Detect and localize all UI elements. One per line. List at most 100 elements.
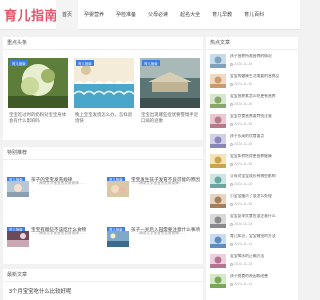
recommend-snippet[interactable]: ……摘录文字宝宝的发育规律…… [107, 181, 199, 197]
feature-item[interactable]: 育儿指南 晚上宝宝发烧怎么办，怎样退烧快 [74, 58, 134, 124]
hot-article-image[interactable] [210, 194, 226, 208]
hot-article-date: 2024-11-14 [230, 242, 252, 246]
feature-tag: 育儿指南 [142, 60, 160, 66]
hot-article-date: 2024-11-14 [230, 282, 252, 286]
hot-article-date-text: 2024-11-15 [234, 162, 253, 166]
hot-article-image[interactable] [210, 94, 226, 108]
clock-icon [230, 262, 233, 266]
hot-article-item[interactable]: 小宝宝腹泻了该怎么处理 2024-11-15 [210, 194, 296, 212]
nav-item-checkup[interactable]: 孕检准备 [110, 0, 142, 30]
hot-article-image[interactable] [210, 274, 226, 288]
nav-item-nutrition[interactable]: 孕婴营养 [78, 0, 110, 30]
hot-article-title[interactable]: 宝宝饮食营养要特别注意 [230, 114, 296, 119]
recommend-snippet[interactable]: ……摘录文字宝宝的发育规律…… [107, 231, 199, 247]
hot-article-date-text: 2024-11-15 [234, 202, 253, 206]
clock-icon [230, 102, 233, 106]
recommend-snippet[interactable]: ……摘录文字宝宝的发育规律…… [7, 181, 99, 197]
hot-article-item[interactable]: 育儿知识，宝宝睡觉的方法 2024-11-14 [210, 234, 296, 252]
hot-article-item[interactable]: 宝宝饮食营养要特别注意 2024-11-15 [210, 114, 296, 132]
hot-article-image[interactable] [210, 174, 226, 188]
main-nav: 首页 孕婴营养 孕检准备 父母必读 起名大全 育儿早教 育儿百科 [56, 0, 270, 30]
hot-article-date: 2024-11-15 [230, 202, 252, 206]
site-header: 育儿指南 首页 孕婴营养 孕检准备 父母必读 起名大全 育儿早教 育儿百科 [0, 0, 300, 30]
hot-article-date-text: 2024-11-16 [234, 62, 253, 66]
hot-article-item[interactable]: 宝宝的健康生活需要的营养品 2024-11-16 [210, 74, 296, 92]
hot-article-image[interactable] [210, 214, 226, 228]
hot-article-image[interactable] [210, 134, 226, 148]
hot-article-date: 2024-11-15 [230, 162, 252, 166]
hot-article-title[interactable]: 父母对宝宝成长有哪些影响 [230, 174, 296, 179]
feature-image[interactable]: 育儿指南 [8, 58, 68, 108]
hot-article-image[interactable] [210, 74, 226, 88]
hot-article-title[interactable]: 小宝宝腹泻了该怎么处理 [230, 194, 296, 199]
hot-article-date-text: 2024-11-15 [234, 182, 253, 186]
feature-item[interactable]: 育儿指南 宝宝吃过时的奶粉对宝宝身体会有什么影响吗 [8, 58, 68, 124]
hot-article-title[interactable]: 孩子长高的饮食要点 [230, 134, 296, 139]
clock-icon [230, 222, 233, 226]
hot-article-date: 2024-11-16 [230, 62, 252, 66]
hot-article-title[interactable]: 宝宝的健康生活需要的营养品 [230, 74, 296, 79]
hot-article-item[interactable]: 父母对宝宝成长有哪些影响 2024-11-15 [210, 174, 296, 192]
feature-image[interactable]: 育儿指南 [74, 58, 134, 108]
hot-article-date: 2024-11-15 [230, 142, 252, 146]
clock-icon [230, 122, 233, 126]
hot-article-item[interactable]: 宝宝如何吃得更营养健康 2024-11-15 [210, 154, 296, 172]
clock-icon [230, 82, 233, 86]
clock-icon [230, 162, 233, 166]
feature-image[interactable]: 育儿指南 [140, 58, 200, 108]
feature-item[interactable]: 育儿指南 宝宝出现哪些症状要警惕手足口病的迹象 [140, 58, 200, 124]
hot-article-date: 2024-11-15 [230, 182, 252, 186]
nav-item-early-education[interactable]: 育儿早教 [206, 0, 238, 30]
hot-article-image[interactable] [210, 154, 226, 168]
headline-section: 重点头条 育儿指南 宝宝吃过时的奶粉对宝宝身体会有什么影响吗 育儿指南 晚上宝宝… [3, 37, 203, 140]
latest-item[interactable]: 3个月宝宝吃什么比较好呢 [9, 287, 71, 295]
hot-article-title[interactable]: 孩子挑食的原因和改善 [230, 274, 296, 279]
hot-article-date-text: 2024-11-16 [234, 102, 253, 106]
hot-article-item[interactable]: 宝宝喝水的正确方法 2024-11-14 [210, 254, 296, 272]
hot-article-date: 2024-11-14 [230, 222, 252, 226]
clock-icon [230, 242, 233, 246]
feature-title[interactable]: 宝宝吃过时的奶粉对宝宝身体会有什么影响吗 [8, 112, 68, 124]
hot-article-image[interactable] [210, 114, 226, 128]
hot-article-date: 2024-11-14 [230, 262, 252, 266]
hot-article-title[interactable]: 孩子营养所需营养的情况 [230, 54, 296, 59]
recommend-image[interactable] [7, 231, 29, 247]
nav-item-parents[interactable]: 父母必读 [142, 0, 174, 30]
feature-title[interactable]: 晚上宝宝发烧怎么办，怎样退烧快 [74, 112, 134, 124]
clock-icon [230, 182, 233, 186]
hot-article-date: 2024-11-16 [230, 82, 252, 86]
hot-article-item[interactable]: 宝宝营养素怎么吃更有营养 2024-11-16 [210, 94, 296, 112]
hot-articles-sidebar: 热点文章 孩子营养所需营养的情况 2024-11-16 宝宝的健康生活需要的营养品 2… [206, 37, 298, 300]
clock-icon [230, 282, 233, 286]
hot-article-title[interactable]: 育儿知识，宝宝睡觉的方法 [230, 234, 296, 239]
hot-article-date: 2024-11-15 [230, 122, 252, 126]
nav-item-names[interactable]: 起名大全 [174, 0, 206, 30]
hot-article-image[interactable] [210, 54, 226, 68]
recommend-image[interactable] [107, 181, 129, 197]
hot-article-title[interactable]: 宝宝喝水的正确方法 [230, 254, 296, 259]
recommend-image[interactable] [7, 181, 29, 197]
feature-tag: 育儿指南 [10, 60, 28, 66]
hot-article-item[interactable]: 孩子营养所需营养的情况 2024-11-16 [210, 54, 296, 72]
hot-article-image[interactable] [210, 254, 226, 268]
hot-article-date-text: 2024-11-16 [234, 82, 253, 86]
hot-article-title[interactable]: 宝宝如何吃得更营养健康 [230, 154, 296, 159]
hot-article-date-text: 2024-11-14 [234, 242, 253, 246]
site-logo[interactable]: 育儿指南 [4, 5, 58, 24]
feature-title[interactable]: 宝宝出现哪些症状要警惕手足口病的迹象 [140, 112, 200, 124]
nav-item-home[interactable]: 首页 [56, 0, 79, 30]
nav-item-encyclopedia[interactable]: 育儿百科 [238, 0, 270, 30]
hot-article-item[interactable]: 宝宝夏季饮食应该注意什么 2024-11-14 [210, 214, 296, 232]
recommend-snippet[interactable]: ……摘录文字宝宝的发育规律…… [7, 231, 99, 247]
recommend-image[interactable] [107, 231, 129, 247]
hot-article-date-text: 2024-11-15 [234, 142, 253, 146]
hot-article-title[interactable]: 宝宝营养素怎么吃更有营养 [230, 94, 296, 99]
hot-article-item[interactable]: 孩子挑食的原因和改善 2024-11-14 [210, 274, 296, 292]
hot-article-image[interactable] [210, 234, 226, 248]
hot-article-item[interactable]: 孩子长高的饮食要点 2024-11-15 [210, 134, 296, 152]
latest-section: 最新文章 3个月宝宝吃什么比较好呢 [3, 269, 203, 300]
recommend-excerpt: ……摘录文字宝宝的发育规律…… [132, 181, 186, 185]
section-title: 最新文章 [3, 269, 203, 282]
hot-article-title[interactable]: 宝宝夏季饮食应该注意什么 [230, 214, 296, 219]
hot-article-date-text: 2024-11-14 [234, 222, 253, 226]
